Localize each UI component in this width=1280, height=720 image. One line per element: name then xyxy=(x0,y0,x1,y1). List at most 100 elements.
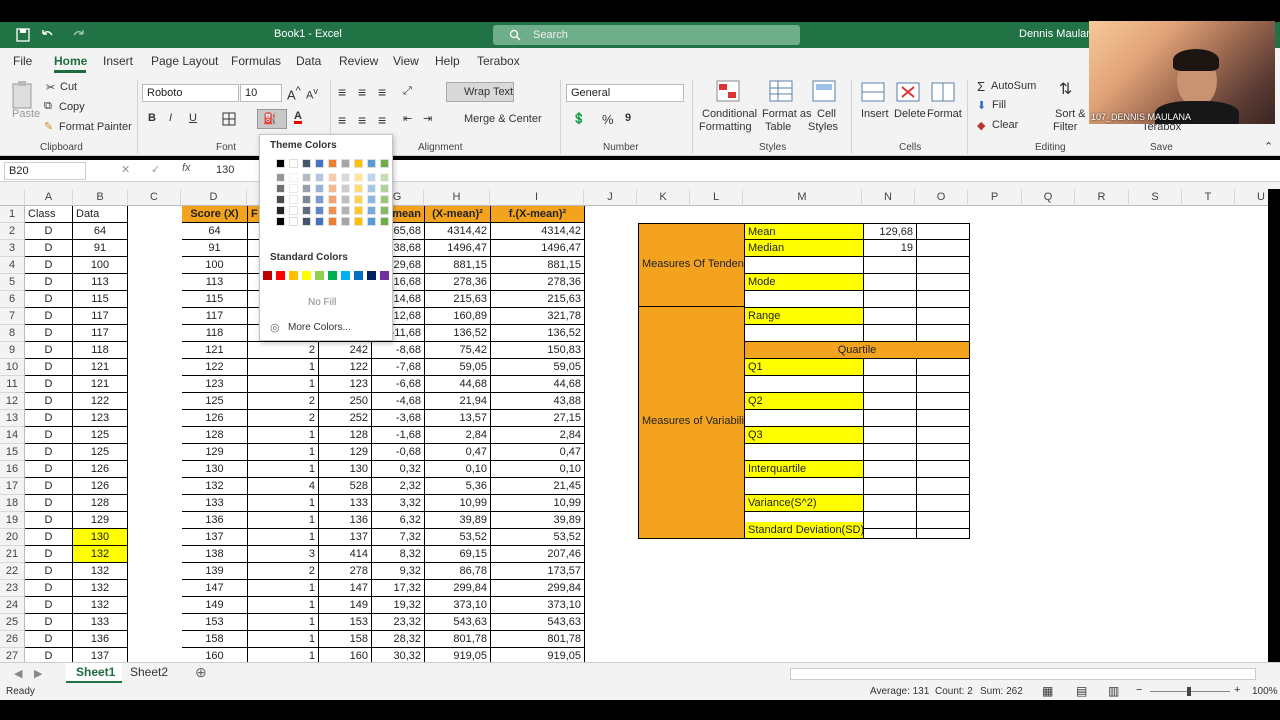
stat-sd-extra[interactable] xyxy=(917,522,970,539)
theme-color-swatch[interactable] xyxy=(367,195,376,204)
stat-q1-value[interactable] xyxy=(864,359,917,376)
page-break-view-icon[interactable]: ▥ xyxy=(1108,684,1119,698)
theme-color-swatch[interactable] xyxy=(276,217,285,226)
row-header[interactable]: 26 xyxy=(0,631,25,648)
table-cell-i[interactable]: 136,52 xyxy=(491,325,585,342)
stat-q1-label[interactable]: Q1 xyxy=(745,359,864,376)
cell-styles-label-2[interactable]: Styles xyxy=(808,121,838,133)
table-cell-g[interactable]: 414 xyxy=(319,546,372,563)
column-header[interactable]: M xyxy=(743,189,862,206)
measures-tendency-cell[interactable]: Measures Of Tendency xyxy=(638,223,745,307)
table-cell-d[interactable]: 125 xyxy=(182,393,248,410)
table-cell-a[interactable]: D xyxy=(25,257,73,274)
table-cell-d[interactable]: 123 xyxy=(182,376,248,393)
table-cell-a[interactable]: D xyxy=(25,223,73,240)
stat-median-extra[interactable] xyxy=(917,240,970,257)
table-cell-i[interactable]: 0,10 xyxy=(491,461,585,478)
comma-style-icon[interactable]: 9 xyxy=(625,112,631,124)
theme-color-swatch[interactable] xyxy=(341,217,350,226)
table-cell-b[interactable]: 118 xyxy=(73,342,128,359)
fill-icon[interactable]: ⬇ xyxy=(977,99,986,112)
stat-empty-cell[interactable] xyxy=(864,376,917,393)
table-cell-g[interactable]: 128 xyxy=(319,427,372,444)
autosum-label[interactable]: AutoSum xyxy=(991,80,1036,92)
table-cell-g[interactable]: 136 xyxy=(319,512,372,529)
stat-empty-cell[interactable] xyxy=(917,410,970,427)
table-cell-g[interactable]: 242 xyxy=(319,342,372,359)
normal-view-icon[interactable]: ▦ xyxy=(1042,684,1053,698)
wrap-text-button[interactable]: Wrap Text xyxy=(446,82,514,102)
table-cell-i[interactable]: 10,99 xyxy=(491,495,585,512)
table-cell-gm[interactable]: 7,32 xyxy=(372,529,425,546)
row-header[interactable]: 21 xyxy=(0,546,25,563)
italic-button[interactable]: I xyxy=(169,112,172,124)
table-cell-h[interactable]: 278,36 xyxy=(425,274,491,291)
table-cell-d[interactable]: 117 xyxy=(182,308,248,325)
stat-variance-extra[interactable] xyxy=(917,495,970,512)
row-header[interactable]: 4 xyxy=(0,257,25,274)
bold-button[interactable]: B xyxy=(148,112,156,124)
stat-empty-cell[interactable] xyxy=(917,376,970,393)
table-cell-gm[interactable]: 30,32 xyxy=(372,648,425,662)
row-header[interactable]: 8 xyxy=(0,325,25,342)
table-cell-a[interactable]: D xyxy=(25,546,73,563)
theme-color-swatch[interactable] xyxy=(289,159,298,168)
theme-color-swatch[interactable] xyxy=(302,159,311,168)
table-cell-d[interactable]: 137 xyxy=(182,529,248,546)
row-header[interactable]: 24 xyxy=(0,597,25,614)
table-cell-gm[interactable]: 17,32 xyxy=(372,580,425,597)
row-header[interactable]: 13 xyxy=(0,410,25,427)
table-cell-a[interactable]: D xyxy=(25,648,73,662)
search-box[interactable]: Search xyxy=(493,25,800,45)
standard-color-swatch[interactable] xyxy=(263,271,272,280)
menu-review[interactable]: Review xyxy=(339,54,378,68)
column-header[interactable]: L xyxy=(690,189,743,206)
stat-empty-row[interactable] xyxy=(745,291,864,308)
table-cell-g[interactable]: 147 xyxy=(319,580,372,597)
theme-color-swatch[interactable] xyxy=(328,184,337,193)
cell-h1[interactable]: (X-mean)² xyxy=(425,206,491,223)
column-header[interactable]: U xyxy=(1235,189,1268,206)
standard-color-swatch[interactable] xyxy=(367,271,376,280)
align-left-icon[interactable]: ≡ xyxy=(338,112,346,128)
theme-color-swatch[interactable] xyxy=(341,184,350,193)
table-cell-a[interactable]: D xyxy=(25,444,73,461)
align-top-icon[interactable]: ≡ xyxy=(338,84,346,100)
theme-color-swatch[interactable] xyxy=(302,206,311,215)
stat-q2-extra[interactable] xyxy=(917,393,970,410)
theme-color-swatch[interactable] xyxy=(367,217,376,226)
theme-color-swatch[interactable] xyxy=(289,206,298,215)
table-cell-d[interactable]: 130 xyxy=(182,461,248,478)
table-cell-b[interactable]: 121 xyxy=(73,376,128,393)
table-cell-d[interactable]: 136 xyxy=(182,512,248,529)
align-middle-icon[interactable]: ≡ xyxy=(358,84,366,100)
table-cell-g[interactable]: 122 xyxy=(319,359,372,376)
table-cell-d[interactable]: 64 xyxy=(182,223,248,240)
table-cell-f[interactable]: 1 xyxy=(248,427,319,444)
table-cell-b[interactable]: 132 xyxy=(73,563,128,580)
fill-label[interactable]: Fill xyxy=(992,99,1006,111)
stat-variance-label[interactable]: Variance(S^2) xyxy=(745,495,864,512)
row-header[interactable]: 12 xyxy=(0,393,25,410)
table-cell-i[interactable]: 373,10 xyxy=(491,597,585,614)
menu-page-layout[interactable]: Page Layout xyxy=(151,54,218,68)
stat-empty-cell[interactable] xyxy=(864,444,917,461)
table-cell-gm[interactable]: 3,32 xyxy=(372,495,425,512)
horizontal-scrollbar[interactable] xyxy=(790,668,1256,680)
table-cell-gm[interactable]: -7,68 xyxy=(372,359,425,376)
stat-empty-row[interactable] xyxy=(745,444,864,461)
table-cell-gm[interactable]: 0,32 xyxy=(372,461,425,478)
orientation-icon[interactable]: ⤢ xyxy=(403,85,412,98)
theme-color-swatch[interactable] xyxy=(328,206,337,215)
table-cell-a[interactable]: D xyxy=(25,461,73,478)
theme-color-swatch[interactable] xyxy=(380,184,389,193)
table-cell-gm[interactable]: 8,32 xyxy=(372,546,425,563)
table-cell-h[interactable]: 881,15 xyxy=(425,257,491,274)
table-cell-i[interactable]: 2,84 xyxy=(491,427,585,444)
table-cell-g[interactable]: 130 xyxy=(319,461,372,478)
table-cell-gm[interactable]: -3,68 xyxy=(372,410,425,427)
table-cell-b[interactable]: 113 xyxy=(73,274,128,291)
table-cell-a[interactable]: D xyxy=(25,495,73,512)
table-cell-f[interactable]: 2 xyxy=(248,563,319,580)
table-cell-b[interactable]: 125 xyxy=(73,444,128,461)
